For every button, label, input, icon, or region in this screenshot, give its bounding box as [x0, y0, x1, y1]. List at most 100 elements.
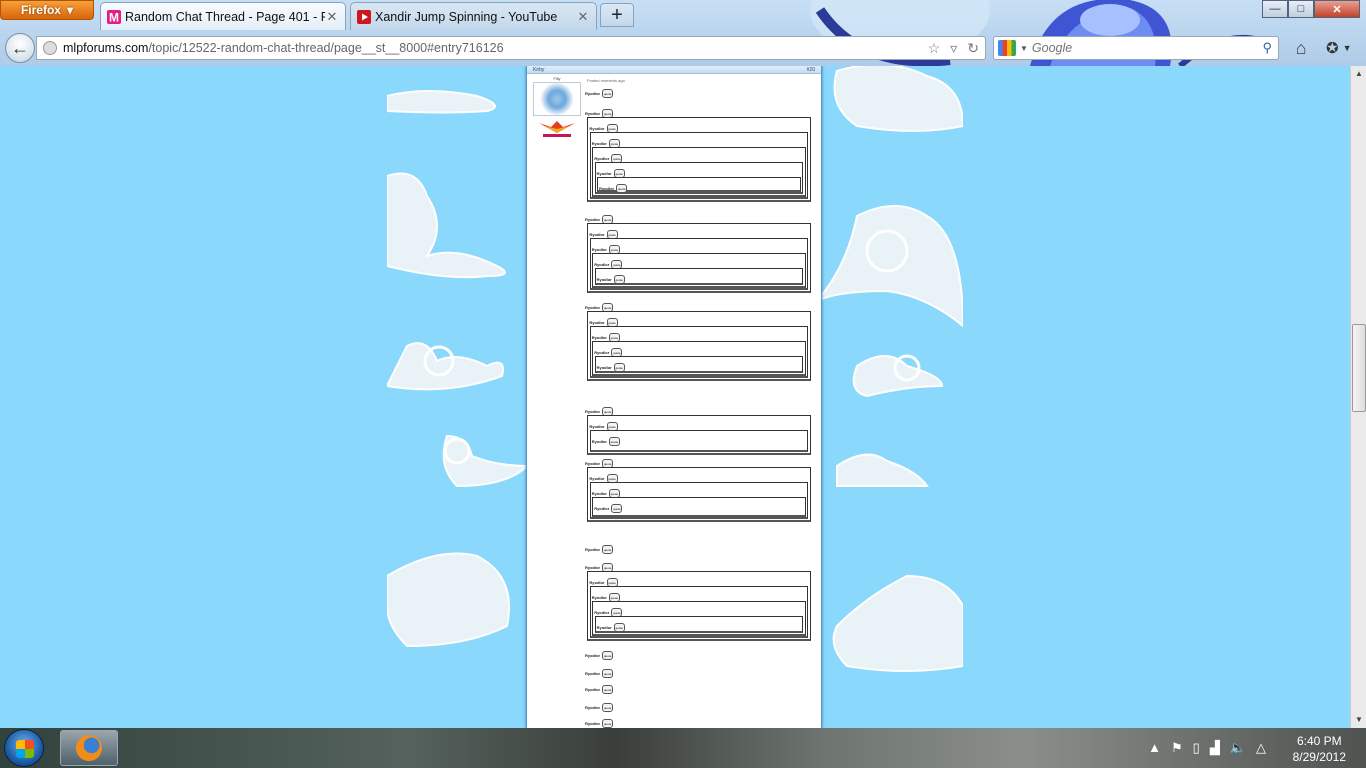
home-icon[interactable]: ⌂ [1290, 37, 1312, 59]
start-button[interactable] [4, 729, 44, 767]
quote-header: Ryodlor quote [585, 86, 614, 100]
post-number[interactable]: #20 [807, 66, 815, 73]
site-identity-icon[interactable] [43, 41, 57, 55]
quote-author: Ryodlor [589, 319, 605, 325]
phoenix-badge-icon [539, 121, 575, 137]
close-tab-icon[interactable]: ✕ [576, 9, 590, 24]
clock-time: 6:40 PM [1296, 734, 1342, 748]
tab-random-chat-thread[interactable]: M Random Chat Thread - Page 401 - Fo... … [100, 2, 346, 30]
quote-author: Ryodlor [591, 246, 607, 252]
minimize-button[interactable]: — [1262, 0, 1288, 18]
navigation-bar: ← mlpforums.com/topic/12522-random-chat-… [0, 31, 1366, 66]
back-arrow-icon: ← [11, 37, 29, 58]
quote-button[interactable]: quote [602, 702, 614, 712]
action-center-flag-icon[interactable]: ⚑ [1171, 740, 1183, 756]
quote-header: Ryodlor quote [585, 682, 614, 696]
quote-author: Ryodlor [589, 125, 605, 131]
taskbar-firefox-button[interactable] [60, 730, 118, 766]
scroll-up-icon[interactable]: ▲ [1351, 66, 1366, 82]
quote-block [594, 356, 804, 373]
post-author-name[interactable]: Kirby [533, 66, 544, 73]
quote-button[interactable]: quote [608, 436, 620, 446]
browser-chrome: Firefox ▾ M Random Chat Thread - Page 40… [0, 0, 1366, 66]
quote-header: Ryodlor quote [594, 501, 623, 515]
quote-author: Ryodlor [591, 594, 607, 600]
quote-block [592, 497, 806, 517]
page-scrollbar[interactable]: ▲ ▼ [1350, 66, 1366, 728]
firefox-icon [76, 735, 102, 761]
quote-author: Ryodlor [585, 460, 601, 466]
clock[interactable]: 6:40 PM 8/29/2012 [1293, 733, 1346, 765]
tab-youtube[interactable]: Xandir Jump Spinning - YouTube ✕ [350, 2, 597, 30]
author-info: Filly [531, 76, 583, 144]
quote-author: Ryodlor [585, 304, 601, 310]
new-tab-button[interactable]: + [600, 3, 634, 27]
chevron-down-icon: ▾ [66, 3, 74, 17]
svg-text:M: M [109, 10, 119, 24]
firefox-menu-label: Firefox [20, 3, 61, 17]
quote-author: Ryodlor [585, 216, 601, 222]
history-dropdown-icon[interactable]: ▿ [950, 40, 957, 57]
google-drive-icon[interactable]: △ [1256, 740, 1266, 756]
quote-button[interactable]: quote [613, 362, 625, 372]
close-tab-icon[interactable]: ✕ [325, 9, 339, 24]
search-input[interactable] [1031, 41, 1252, 55]
quote-author: Ryodlor [591, 334, 607, 340]
battery-icon[interactable]: ▯ [1193, 740, 1200, 756]
quote-header: Ryodlor quote [585, 700, 614, 714]
quote-header: Ryodlor quote [585, 666, 614, 680]
quote-author: Ryodlor [596, 624, 612, 630]
bookmarks-menu-button[interactable]: ✪ ▼ [1326, 37, 1362, 59]
quote-button[interactable]: quote [613, 622, 625, 632]
quote-author: Ryodlor [591, 140, 607, 146]
quote-button[interactable]: quote [602, 88, 614, 98]
firefox-menu-button[interactable]: Firefox ▾ [0, 0, 94, 20]
close-window-button[interactable]: ✕ [1314, 0, 1360, 18]
tab-title: Xandir Jump Spinning - YouTube [375, 9, 558, 24]
maximize-button[interactable]: □ [1288, 0, 1314, 18]
quote-author: Ryodlor [585, 546, 601, 552]
quote-author: Ryodlor [594, 349, 610, 355]
search-bar[interactable]: ▼ ⚲ [993, 36, 1279, 60]
show-hidden-icons-icon[interactable]: ▲ [1148, 740, 1161, 756]
scrollbar-thumb[interactable] [1352, 324, 1366, 412]
quote-header: Ryodlor quote [585, 542, 614, 556]
quote-author: Ryodlor [585, 652, 601, 658]
quote-author: Ryodlor [596, 276, 612, 282]
quote-author: Ryodlor [589, 231, 605, 237]
quote-author: Ryodlor [594, 261, 610, 267]
search-icon[interactable]: ⚲ [1262, 40, 1272, 56]
quote-author: Ryodlor [596, 170, 612, 176]
engine-dropdown-icon[interactable]: ▼ [1020, 44, 1028, 53]
quote-button[interactable]: quote [602, 718, 614, 728]
bookmark-star-icon[interactable]: ☆ [928, 40, 941, 57]
quote-button[interactable]: quote [602, 544, 614, 554]
quote-button[interactable]: quote [613, 274, 625, 284]
quote-block [597, 177, 801, 192]
quote-button[interactable]: quote [602, 650, 614, 660]
quote-author: Ryodlor [594, 609, 610, 615]
quote-author: Ryodlor [585, 670, 601, 676]
quote-button[interactable]: quote [602, 684, 614, 694]
quote-author: Ryodlor [589, 475, 605, 481]
reload-icon[interactable]: ↻ [967, 40, 979, 57]
network-signal-icon[interactable]: ▟ [1210, 740, 1220, 756]
quote-button[interactable]: quote [602, 668, 614, 678]
quote-author: Ryodlor [585, 686, 601, 692]
quote-button[interactable]: quote [611, 503, 623, 513]
google-engine-icon[interactable] [998, 40, 1016, 56]
quote-header: Ryodlor quote [585, 648, 614, 662]
url-domain: mlpforums.com [63, 41, 149, 55]
tab-title: Random Chat Thread - Page 401 - Fo... [125, 9, 325, 24]
address-bar[interactable]: mlpforums.com/topic/12522-random-chat-th… [36, 36, 986, 60]
quote-author: Ryodlor [585, 704, 601, 710]
scroll-down-icon[interactable]: ▼ [1351, 712, 1366, 728]
windows-taskbar: ▲ ⚑ ▯ ▟ 🔈 △ 6:40 PM 8/29/2012 [0, 728, 1366, 768]
back-button[interactable]: ← [5, 33, 35, 63]
forum-post: Kirby #20 Filly Posted moments ago Ryodl… [526, 66, 822, 728]
avatar[interactable] [533, 82, 581, 116]
volume-icon[interactable]: 🔈 [1230, 740, 1246, 756]
url-path: /topic/12522-random-chat-thread/page__st… [148, 41, 504, 55]
chevron-down-icon: ▼ [1342, 43, 1352, 53]
quote-button[interactable]: quote [616, 183, 628, 193]
